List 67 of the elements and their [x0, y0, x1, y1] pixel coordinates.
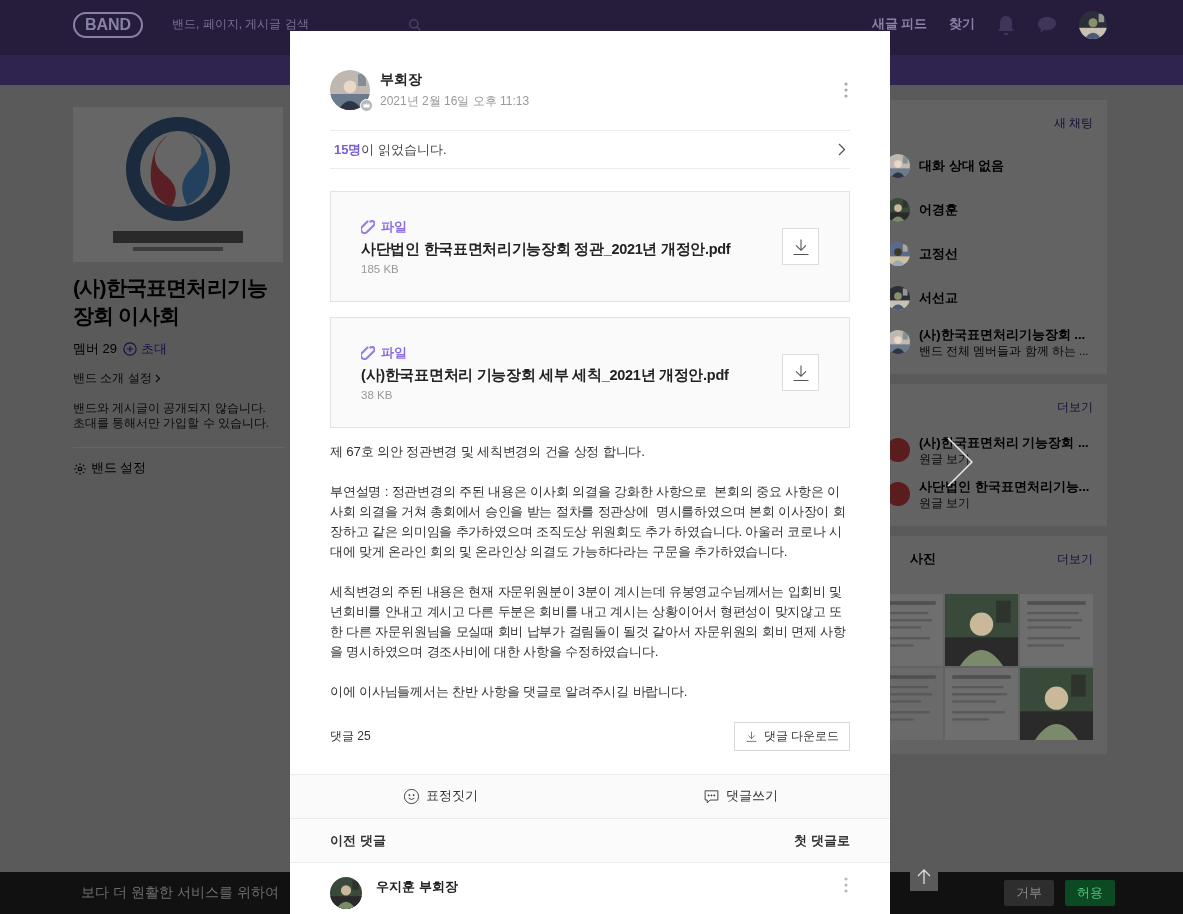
chat-name[interactable]: 서선교 — [919, 289, 958, 307]
file-label: 파일 — [381, 344, 407, 362]
chevron-right-icon — [838, 143, 846, 156]
crown-badge-icon — [360, 99, 373, 112]
search-placeholder[interactable]: 밴드, 페이지, 게시글 검색 — [172, 16, 408, 33]
download-comments-button[interactable]: 댓글 다운로드 — [733, 722, 850, 751]
comment-icon — [702, 788, 720, 805]
arrow-up-icon — [917, 869, 931, 885]
file-size: 38 KB — [361, 389, 394, 401]
band-settings-link[interactable]: 밴드 설정 — [91, 460, 147, 477]
gear-icon — [73, 461, 87, 476]
invite-link[interactable]: 초대 — [123, 340, 168, 358]
view-original-link[interactable]: 원글 보기 — [919, 495, 1090, 511]
first-comment-link[interactable]: 첫 댓글로 — [794, 831, 850, 850]
file-name[interactable]: 사단법인 한국표면처리기능장회 정관_2021년 개정안.pdf — [361, 240, 731, 259]
member-count: 멤버 29 — [73, 340, 118, 358]
chevron-right-icon — [154, 374, 161, 383]
file-label: 파일 — [381, 218, 407, 236]
privacy-notice: 밴드와 게시글이 공개되지 않습니다. — [73, 401, 267, 416]
chat-name[interactable]: 어경훈 — [919, 201, 958, 219]
decline-button[interactable]: 거부 — [1004, 880, 1054, 906]
chat-name[interactable]: 대화 상대 없음 — [919, 157, 1005, 175]
cookie-notice: 보다 더 원활한 서비스를 위하여 — [81, 884, 279, 902]
download-button[interactable] — [782, 354, 819, 391]
post-paragraph: 세칙변경의 주된 내용은 현재 자문위원분이 3분이 계시는데 유봉영교수님께서는 입회비 및 년회비를 안내고 계시고 다른 두분은 회비를 내고 계시는 상황이어서 형편성이 맞지않고 또한 다른 자문위원님을 모실때 회비 납부가 걸림돌이 될것 같아서 자문위원의 회비 면제 사항을 명시하였으며 경조사비에 대한 사항을 수정하였습니다. — [330, 583, 847, 661]
more-link[interactable]: 더보기 — [1057, 550, 1093, 568]
card-title: 사진 — [910, 550, 936, 568]
more-icon[interactable] — [844, 877, 848, 893]
write-comment-button[interactable]: 댓글쓰기 — [590, 775, 890, 818]
paperclip-icon — [361, 346, 375, 360]
smiley-icon — [402, 788, 420, 805]
band-logo[interactable]: BAND — [73, 11, 143, 38]
chat-name[interactable]: 고정선 — [919, 245, 958, 263]
previous-comments-link[interactable]: 이전 댓글 — [330, 831, 386, 850]
chat-icon[interactable] — [1037, 15, 1057, 34]
accept-button[interactable]: 허용 — [1065, 880, 1115, 906]
paperclip-icon — [361, 220, 375, 234]
download-button[interactable] — [782, 228, 819, 265]
nav-link[interactable]: 찾기 — [949, 16, 975, 33]
author-name: 부회장 — [380, 70, 423, 89]
comment-count: 댓글 25 — [330, 728, 371, 745]
download-icon — [744, 730, 758, 743]
commenter-name: 우지훈 부회장 — [376, 878, 458, 896]
privacy-notice: 초대를 통해서만 가입할 수 있습니다. — [73, 416, 270, 431]
post-paragraph: 부연설명 : 정관변경의 주된 내용은 이사회 의결을 강화한 사항으로 본회의 중요 사항은 이사회 의결을 거쳐 총회에서 승인을 받는 절차를 정관상에 명시를하였으며 본회 이사장이 회장하고 같은 의미임을 추가하였으며 조직도상 위원회도 추가 하였습니다. 아울러 코로나 시대에 맞게 온라인 회의 및 온라인상 의결도 가능하다라는 구문을 추가하였습니다. — [330, 483, 847, 561]
nav-link[interactable]: 새글 피드 — [871, 16, 927, 33]
post-date: 2021년 2월 16일 오후 11:13 — [380, 92, 530, 110]
read-count-row[interactable]: 15명이 읽었습니다. — [330, 130, 850, 169]
band-intro-link[interactable]: 밴드 소개 설정 — [73, 370, 285, 387]
new-chat-link[interactable]: 새 채팅 — [1053, 114, 1093, 132]
chat-name[interactable]: (사)한국표면처리기능장회 ... — [919, 325, 1089, 344]
read-count: 15명이 읽었습니다. — [334, 140, 447, 159]
chat-subtitle: 밴드 전체 멤버들과 함께 하는 ... — [919, 343, 1089, 359]
profile-avatar[interactable] — [1079, 10, 1107, 39]
file-size: 185 KB — [361, 263, 400, 275]
band-name: (사)한국표면처리기능장회 이사회 — [73, 275, 269, 329]
file-name[interactable]: (사)한국표면처리 기능장회 세부 세칙_2021년 개정안.pdf — [361, 366, 729, 385]
bell-icon[interactable] — [997, 14, 1015, 35]
post-paragraph: 이에 이사님들께서는 찬반 사항을 댓글로 알려주시길 바랍니다. — [330, 683, 689, 701]
plus-circle-icon — [123, 342, 138, 356]
react-button[interactable]: 표정짓기 — [290, 775, 590, 818]
view-original-link[interactable]: 원글 보기 — [919, 451, 1089, 467]
post-paragraph: 제 67호 의안 정관변경 및 세칙변경의 건을 상정 합니다. — [330, 443, 646, 461]
more-link[interactable]: 더보기 — [1057, 398, 1093, 416]
more-icon[interactable] — [844, 82, 848, 98]
search-icon[interactable] — [408, 17, 422, 32]
file-name[interactable]: 사단법인 한국표면처리기능... — [919, 477, 1090, 496]
